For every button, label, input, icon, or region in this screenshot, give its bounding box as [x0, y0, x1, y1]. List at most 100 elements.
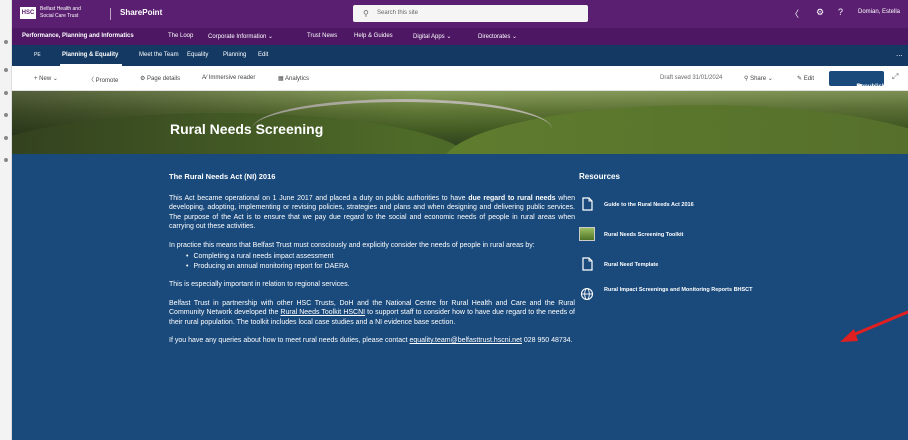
expand-icon[interactable]: ⤢	[892, 72, 898, 82]
rail-marker	[4, 68, 8, 72]
rail-marker	[4, 158, 8, 162]
page-title: Rural Needs Screening	[170, 121, 324, 137]
page-details-label: Page details	[147, 76, 181, 82]
site-nav-item[interactable]: Planning	[223, 52, 246, 58]
promote-button[interactable]: 〈 Promote	[88, 75, 118, 84]
analytics-label: Analytics	[285, 76, 310, 82]
pencil-icon: ✎	[797, 76, 804, 82]
toolkit-link[interactable]: Rural Needs Toolkit HSCNI	[280, 309, 365, 316]
user-name[interactable]: Domian, Estella	[858, 9, 900, 15]
resource-label: Rural Needs Screening Toolkit	[604, 232, 684, 238]
search-icon: ⚲	[363, 9, 369, 18]
search-placeholder: Search this site	[377, 10, 419, 16]
hub-nav-item[interactable]: Trust News	[307, 33, 337, 39]
help-icon[interactable]: ?	[838, 7, 843, 17]
article-paragraph: If you have any queries about how to mee…	[169, 336, 575, 346]
org-name: Belfast Health and Social Care Trust	[40, 6, 100, 20]
list-item: Completing a rural needs impact assessme…	[193, 252, 575, 262]
resources-heading: Resources	[579, 172, 620, 181]
hub-nav-item[interactable]: Help & Guides	[354, 33, 393, 39]
page-content: The Rural Needs Act (NI) 2016 This Act b…	[12, 154, 908, 440]
resources-panel: Resources Guide to the Rural Needs Act 2…	[579, 172, 769, 313]
hsc-logo[interactable]: HSC	[20, 7, 36, 19]
resource-label: Guide to the Rural Needs Act 2016	[604, 202, 694, 208]
chevron-down-icon: ⌄	[767, 76, 773, 82]
gear-icon: ⚙	[140, 76, 148, 82]
reader-icon: A⁄	[202, 75, 209, 81]
left-rail	[0, 0, 12, 440]
article-paragraph: In practice this means that Belfast Trus…	[169, 241, 535, 249]
article-heading: The Rural Needs Act (NI) 2016	[169, 172, 276, 181]
new-button[interactable]: + New ⌄	[34, 75, 58, 82]
edit-label: Edit	[803, 76, 815, 82]
hub-nav-label: Digital Apps	[413, 34, 445, 40]
site-nav-item[interactable]: Planning & Equality	[62, 52, 118, 58]
divider	[110, 8, 111, 20]
rail-marker	[4, 40, 8, 44]
search-input[interactable]: ⚲ Search this site	[353, 5, 588, 22]
share-label: Share	[750, 76, 767, 82]
annotation-arrow	[840, 310, 908, 342]
email-link[interactable]: equality.team@belfasttrust.hscni.net	[409, 337, 521, 344]
bold-text: due regard to rural needs	[468, 194, 556, 202]
list-item: Producing an annual monitoring report fo…	[193, 262, 575, 272]
immersive-reader-button[interactable]: A⁄ Immersive reader	[202, 75, 255, 81]
chevron-down-icon: ⌄	[268, 34, 274, 40]
article-paragraph: This Act became operational on 1 June 20…	[169, 194, 575, 232]
immersive-reader-label: Immersive reader	[208, 75, 256, 81]
org-name-line1: Belfast Health and	[40, 6, 81, 12]
new-label: New	[39, 76, 52, 82]
hub-nav-item[interactable]: Directorates ⌄	[478, 33, 517, 40]
site-nav-item[interactable]: Edit	[258, 52, 268, 58]
resource-link[interactable]: Rural Impact Screenings and Monitoring R…	[579, 283, 769, 313]
document-icon	[582, 197, 593, 211]
analytics-button[interactable]: ▦ Analytics	[278, 75, 309, 82]
resource-label: Rural Impact Screenings and Monitoring R…	[604, 287, 753, 293]
hub-nav-item[interactable]: The Loop	[168, 33, 193, 39]
toolkit-thumbnail	[579, 227, 595, 241]
rail-marker	[4, 113, 8, 117]
chevron-down-icon: ⌄	[52, 76, 58, 82]
article-paragraph: This is especially important in relation…	[169, 281, 350, 288]
hub-navigation: Performance, Planning and Informatics Th…	[12, 28, 908, 45]
globe-icon	[580, 287, 594, 301]
page-details-button[interactable]: ⚙ Page details	[140, 75, 180, 82]
text-span: 028 950 48734.	[521, 337, 573, 344]
hub-nav-item[interactable]: Digital Apps ⌄	[413, 33, 451, 40]
chevron-down-icon: ⌄	[446, 34, 452, 40]
site-nav-item[interactable]: Meet the Team	[139, 52, 179, 58]
app-name[interactable]: SharePoint	[120, 8, 162, 17]
text-span: This Act became operational on 1 June 20…	[169, 194, 469, 202]
share-button[interactable]: ⚲ Share ⌄	[744, 75, 773, 82]
command-bar: + New ⌄ 〈 Promote ⚙ Page details A⁄ Imme…	[12, 66, 908, 91]
site-initials[interactable]: PE	[34, 52, 41, 58]
megaphone-icon: 〈	[88, 78, 96, 84]
draft-status: Draft saved 31/01/2024	[660, 75, 723, 81]
rail-marker	[4, 91, 8, 95]
hero-banner: Rural Needs Screening	[12, 91, 908, 154]
resource-link[interactable]: Guide to the Rural Needs Act 2016	[579, 193, 769, 223]
site-navigation: PE Planning & Equality Meet the Team Equ…	[12, 45, 908, 66]
article-paragraph: Belfast Trust in partnership with other …	[169, 299, 575, 328]
text-span: If you have any queries about how to mee…	[169, 337, 410, 344]
document-icon	[582, 257, 593, 271]
resource-link[interactable]: Rural Needs Screening Toolkit	[579, 223, 769, 253]
site-nav-item[interactable]: Equality	[187, 52, 208, 58]
megaphone-icon[interactable]: 〈	[790, 7, 799, 20]
org-name-line2: Social Care Trust	[40, 13, 79, 19]
article-text: The Rural Needs Act (NI) 2016 This Act b…	[169, 172, 575, 355]
suite-bar: HSC Belfast Health and Social Care Trust…	[12, 0, 908, 28]
sharepoint-page: HSC Belfast Health and Social Care Trust…	[0, 0, 908, 440]
edit-button[interactable]: ✎ Edit	[797, 75, 814, 82]
republish-button[interactable]: ▣ Republish	[829, 71, 886, 90]
resource-link[interactable]: Rural Need Template	[579, 253, 769, 283]
chart-icon: ▦	[278, 76, 286, 82]
promote-label: Promote	[95, 78, 119, 84]
hero-overlay	[12, 91, 908, 154]
settings-icon[interactable]: ⚙	[816, 7, 824, 18]
hub-nav-item[interactable]: Corporate Information ⌄	[208, 33, 273, 40]
resource-label: Rural Need Template	[604, 262, 659, 268]
more-options-icon[interactable]: ...	[896, 49, 903, 58]
hub-nav-item[interactable]: Performance, Planning and Informatics	[22, 33, 134, 39]
bullet-list: Completing a rural needs impact assessme…	[193, 252, 575, 272]
